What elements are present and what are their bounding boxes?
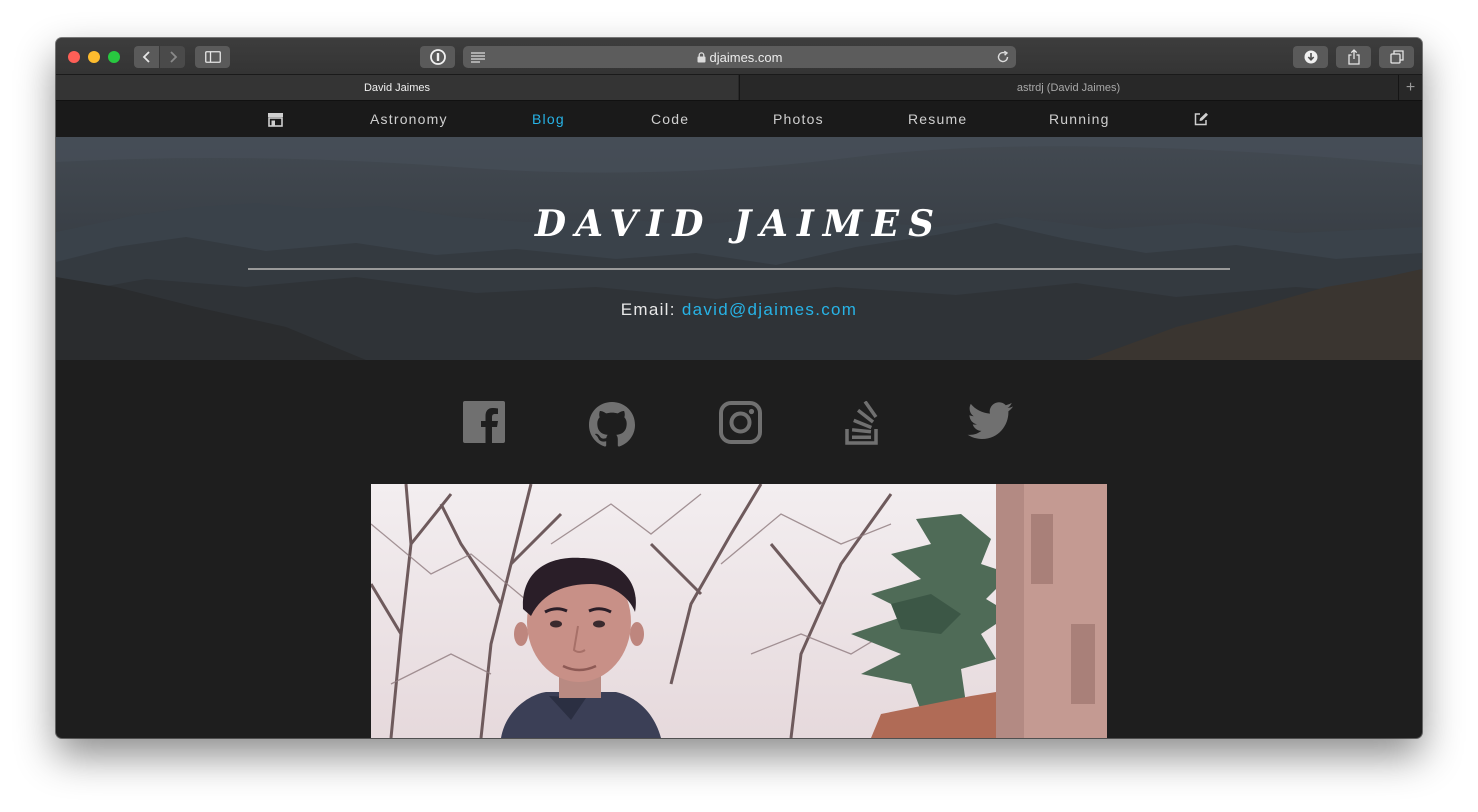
tab-label: astrdj (David Jaimes) bbox=[1016, 81, 1121, 94]
mountain-landscape-image bbox=[56, 137, 1422, 360]
lock-icon bbox=[697, 51, 706, 62]
title-divider bbox=[248, 268, 1230, 270]
onepassword-icon bbox=[429, 49, 446, 65]
address-bar[interactable]: djaimes.com bbox=[463, 46, 1016, 68]
plus-icon: + bbox=[1405, 78, 1416, 96]
nav-link-code[interactable]: Code bbox=[651, 111, 689, 127]
contact-email: Email: david@djaimes.com bbox=[56, 300, 1422, 320]
share-button[interactable] bbox=[1336, 46, 1371, 68]
email-label: Email: bbox=[620, 300, 676, 319]
site-navigation: Astronomy Blog Code Photos Resume Runnin… bbox=[56, 101, 1422, 137]
show-tabs-button[interactable] bbox=[1379, 46, 1414, 68]
facebook-icon[interactable] bbox=[463, 401, 505, 448]
forward-button[interactable] bbox=[160, 46, 185, 68]
hero-banner: DAVID JAIMES Email: david@djaimes.com bbox=[56, 137, 1422, 360]
instagram-icon[interactable] bbox=[719, 401, 762, 449]
reload-icon[interactable] bbox=[996, 50, 1010, 64]
chevron-left-icon bbox=[142, 51, 150, 63]
tabs-overview-icon bbox=[1389, 50, 1404, 64]
browser-window: djaimes.com David Jaimes astrdj (David J… bbox=[56, 38, 1422, 738]
sidebar-button[interactable] bbox=[195, 46, 230, 68]
store-icon[interactable] bbox=[267, 112, 284, 130]
tab-label: David Jaimes bbox=[363, 81, 431, 94]
sidebar-icon bbox=[204, 51, 221, 63]
site-title: DAVID JAIMES bbox=[534, 203, 944, 245]
history-nav bbox=[134, 46, 185, 68]
twitter-icon[interactable] bbox=[966, 401, 1014, 448]
close-window-button[interactable] bbox=[68, 51, 80, 63]
nav-link-resume[interactable]: Resume bbox=[908, 111, 967, 127]
password-manager-button[interactable] bbox=[420, 46, 455, 68]
tab-bar: David Jaimes astrdj (David Jaimes) + bbox=[56, 75, 1422, 101]
github-icon[interactable] bbox=[588, 401, 636, 452]
tab-david-jaimes[interactable]: David Jaimes bbox=[56, 75, 738, 100]
back-button[interactable] bbox=[134, 46, 159, 68]
nav-link-blog[interactable]: Blog bbox=[532, 111, 565, 127]
edit-icon[interactable] bbox=[1194, 112, 1209, 129]
chevron-right-icon bbox=[169, 51, 177, 63]
browser-toolbar: djaimes.com bbox=[56, 38, 1422, 75]
nav-link-running[interactable]: Running bbox=[1049, 111, 1110, 127]
tab-astrdj[interactable]: astrdj (David Jaimes) bbox=[739, 75, 1397, 100]
new-tab-button[interactable]: + bbox=[1398, 75, 1422, 100]
maximize-window-button[interactable] bbox=[108, 51, 120, 63]
reader-view-icon[interactable] bbox=[471, 51, 485, 63]
downloads-button[interactable] bbox=[1293, 46, 1328, 68]
download-icon bbox=[1304, 50, 1317, 64]
share-icon bbox=[1347, 49, 1360, 65]
nav-link-astronomy[interactable]: Astronomy bbox=[370, 111, 448, 127]
profile-photo bbox=[371, 484, 1107, 738]
stackoverflow-icon[interactable] bbox=[845, 400, 883, 450]
nav-link-photos[interactable]: Photos bbox=[773, 111, 824, 127]
email-link[interactable]: david@djaimes.com bbox=[682, 300, 857, 319]
url-text: djaimes.com bbox=[709, 49, 783, 65]
minimize-window-button[interactable] bbox=[88, 51, 100, 63]
